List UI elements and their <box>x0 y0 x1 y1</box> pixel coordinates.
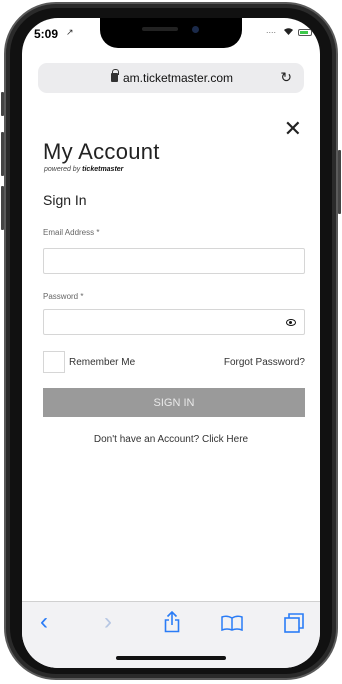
password-field[interactable] <box>43 309 305 335</box>
email-label: Email Address * <box>43 228 100 237</box>
create-account-link[interactable]: Don't have an Account? Click Here <box>22 434 320 445</box>
side-button-volume-up <box>1 132 4 176</box>
notch <box>100 18 242 48</box>
remember-me-checkbox[interactable] <box>43 351 65 373</box>
page-title: My Account <box>43 139 160 164</box>
sign-in-heading: Sign In <box>43 192 87 208</box>
forward-icon[interactable]: › <box>104 608 112 636</box>
share-icon[interactable] <box>164 610 180 639</box>
wifi-icon <box>283 27 294 39</box>
bookmarks-icon[interactable] <box>221 614 243 637</box>
powered-by-brand: ticketmaster <box>82 166 124 173</box>
speaker-grille <box>142 27 178 31</box>
email-field[interactable] <box>43 248 305 274</box>
remember-me-label[interactable]: Remember Me <box>69 357 135 368</box>
status-time: 5:09 <box>34 27 59 41</box>
back-icon[interactable]: ‹ <box>40 608 48 636</box>
side-button-volume-down <box>1 186 4 230</box>
powered-by-prefix: powered by <box>44 166 81 173</box>
battery-icon <box>298 29 312 36</box>
forgot-password-link[interactable]: Forgot Password? <box>224 357 305 368</box>
tabs-icon[interactable] <box>284 613 304 639</box>
close-icon[interactable]: ✕ <box>284 118 302 140</box>
powered-by: powered by ticketmaster <box>44 166 123 173</box>
side-button-mute <box>1 92 4 116</box>
location-arrow-icon: ↗ <box>66 27 74 37</box>
url-text[interactable]: am.ticketmaster.com <box>123 71 233 85</box>
front-camera <box>192 26 199 33</box>
address-bar[interactable]: am.ticketmaster.com ↻ <box>38 63 304 93</box>
signal-icon: .... <box>265 25 276 35</box>
sign-in-button[interactable]: SIGN IN <box>43 388 305 417</box>
lock-icon <box>111 69 119 82</box>
home-indicator[interactable] <box>116 656 226 660</box>
side-button-power <box>338 150 341 214</box>
reload-icon[interactable]: ↻ <box>280 69 292 86</box>
password-label: Password * <box>43 292 84 301</box>
phone-screen: 5:09 ↗ .... am.ticketmaster.com ↻ ✕ My A… <box>22 18 320 668</box>
show-password-eye-icon[interactable] <box>286 319 296 326</box>
